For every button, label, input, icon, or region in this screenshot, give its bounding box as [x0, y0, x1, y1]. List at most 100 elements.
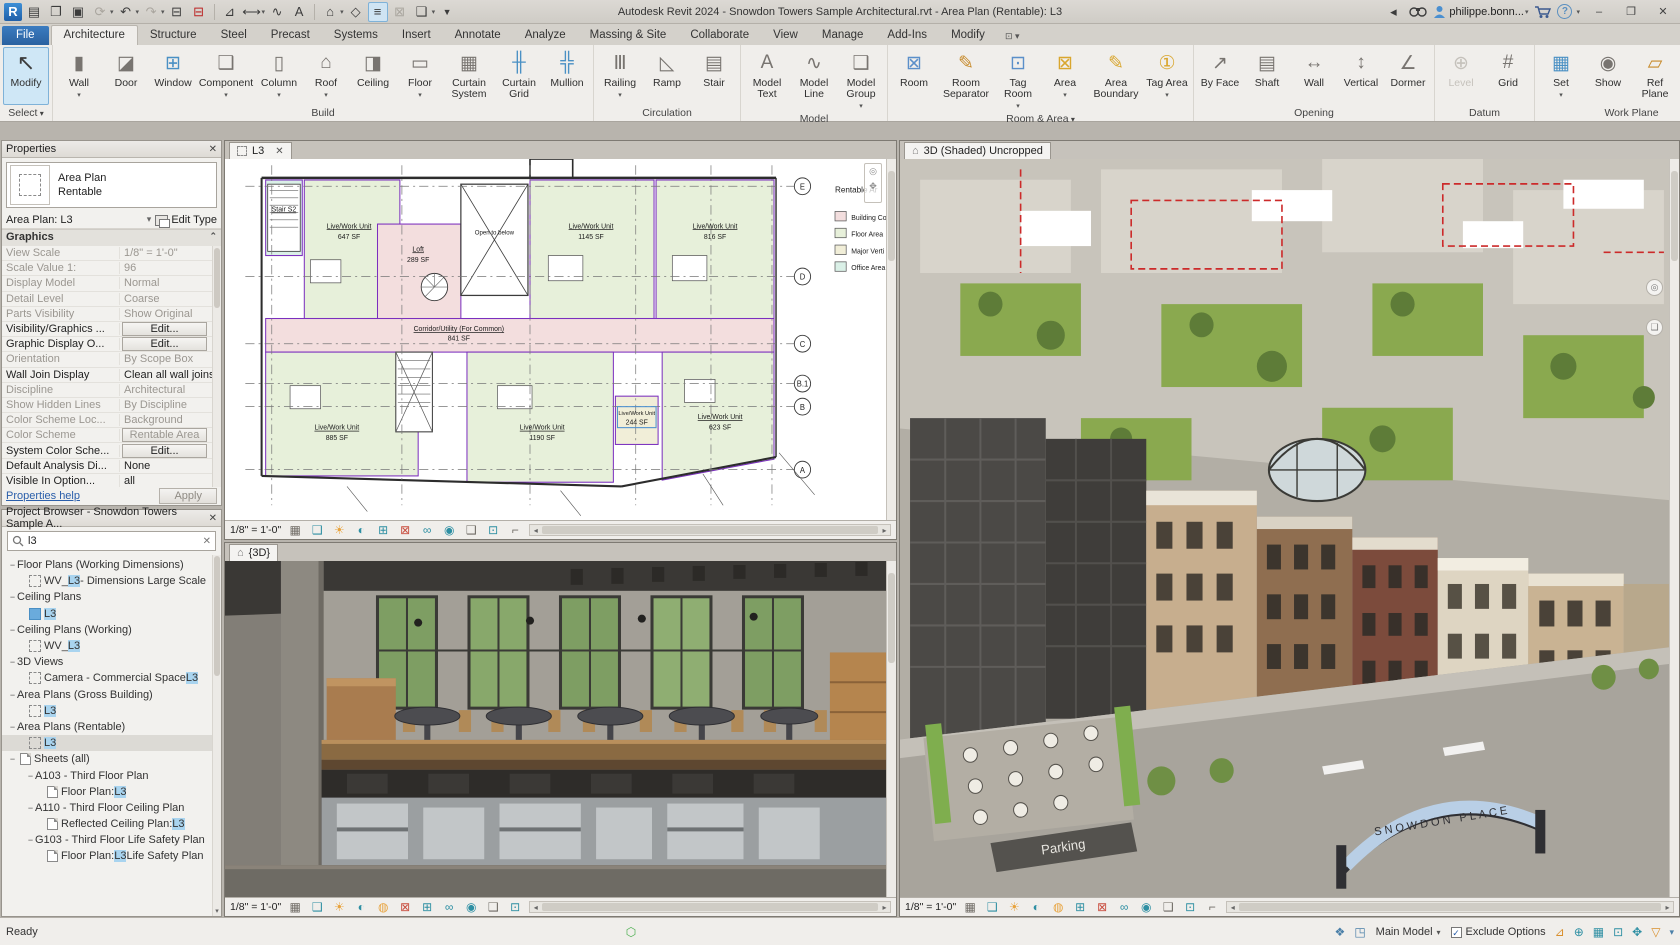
mullion-button[interactable]: ╬ Mullion: [544, 47, 590, 105]
search-binoculars-icon[interactable]: [1409, 5, 1428, 18]
tab-addins[interactable]: Add-Ins: [875, 26, 939, 45]
design-options-icon[interactable]: ◳: [1354, 925, 1365, 939]
edit-type-button[interactable]: Edit Type: [155, 214, 217, 228]
reveal-hidden-elements-icon[interactable]: ◉: [463, 900, 479, 914]
file-menu-icon[interactable]: ▤: [24, 2, 44, 22]
navbar-wheel-icon[interactable]: ◎: [869, 166, 877, 177]
properties-header[interactable]: Properties ✕: [2, 141, 221, 158]
minimize-button[interactable]: –: [1586, 3, 1612, 21]
area-button[interactable]: ⊠ Area: [1042, 47, 1088, 105]
redo-icon[interactable]: ↷: [141, 2, 161, 22]
apply-button[interactable]: Apply: [159, 488, 217, 504]
drag-on-selection-icon[interactable]: ✥: [1632, 925, 1642, 939]
temporary-hide-isolate-icon[interactable]: ∞: [441, 900, 457, 914]
temporary-view-properties-icon[interactable]: ❑: [1160, 900, 1176, 914]
property-row-wall-join[interactable]: Wall Join Display Clean all wall joins: [2, 368, 221, 383]
model-group-button[interactable]: ❑ Model Group: [838, 47, 884, 112]
render-icon[interactable]: ◍: [1050, 900, 1066, 914]
area-boundary-button[interactable]: ✎ Area Boundary: [1089, 47, 1143, 105]
tree-view-item[interactable]: WV_ L3 - Dimensions Large Scale: [2, 573, 221, 589]
selection-filter-icon[interactable]: ▽: [1651, 925, 1660, 939]
sun-path-icon[interactable]: ☀: [1006, 900, 1022, 914]
edit-button[interactable]: Edit...: [122, 443, 207, 458]
back-arrow-icon[interactable]: ◂: [1383, 2, 1403, 22]
crop-region-visibility-icon[interactable]: ⊠: [1094, 900, 1110, 914]
interior-vertical-scrollbar[interactable]: [886, 561, 896, 897]
cart-icon[interactable]: [1534, 5, 1552, 19]
interior-horizontal-scrollbar[interactable]: ◂ ▸: [529, 901, 891, 913]
roof-button[interactable]: ⌂ Roof: [303, 47, 349, 105]
search-input[interactable]: [28, 535, 199, 547]
reveal-constraints-icon[interactable]: ⌐: [1204, 900, 1220, 914]
temporary-hide-isolate-icon[interactable]: ∞: [419, 523, 435, 537]
tab-analyze[interactable]: Analyze: [513, 26, 578, 45]
plan-view-tab[interactable]: L3 ✕: [229, 142, 292, 159]
tab-systems[interactable]: Systems: [322, 26, 390, 45]
shaft-button[interactable]: ▤ Shaft: [1244, 47, 1290, 105]
properties-help-link[interactable]: Properties help: [6, 490, 80, 502]
dimension-caret-icon[interactable]: ▾: [262, 8, 266, 16]
graphics-section-header[interactable]: Graphics ⌃: [2, 230, 221, 246]
render-icon[interactable]: ◍: [375, 900, 391, 914]
property-row[interactable]: Display Model Normal: [2, 276, 221, 292]
close-button[interactable]: ✕: [1650, 3, 1676, 21]
save-icon[interactable]: ▣: [68, 2, 88, 22]
tree-view-item[interactable]: L3: [2, 703, 221, 719]
visual-style-icon[interactable]: ❑: [309, 900, 325, 914]
temporary-hide-isolate-icon[interactable]: ∞: [1116, 900, 1132, 914]
tab-file[interactable]: File: [2, 26, 49, 45]
select-pinned-icon[interactable]: ⊡: [1613, 925, 1623, 939]
tree-view-item[interactable]: Camera - Commercial Space L3: [2, 670, 221, 686]
worksharing-display-icon[interactable]: ⊡: [507, 900, 523, 914]
scale-control[interactable]: 1/8" = 1'-0": [905, 901, 956, 913]
tab-precast[interactable]: Precast: [259, 26, 322, 45]
select-links-icon[interactable]: ⊕: [1574, 925, 1584, 939]
tree-category[interactable]: −3D Views: [2, 654, 221, 670]
text-icon[interactable]: A: [289, 2, 309, 22]
sync-caret-icon[interactable]: ▾: [110, 8, 114, 16]
plan-horizontal-scrollbar[interactable]: ◂ ▸: [529, 524, 891, 536]
property-row-visible-in-option[interactable]: Visible In Option... all: [2, 474, 221, 487]
stair-button[interactable]: ▤ Stair: [691, 47, 737, 105]
tab-insert[interactable]: Insert: [390, 26, 443, 45]
tree-category[interactable]: − Ceiling Plans: [2, 589, 221, 605]
tree-view-item[interactable]: WV_ L3: [2, 638, 221, 654]
worksharing-display-icon[interactable]: ⊡: [1182, 900, 1198, 914]
tree-category[interactable]: − Area Plans (Rentable): [2, 719, 221, 735]
temporary-view-properties-icon[interactable]: ❑: [463, 523, 479, 537]
city-horizontal-scrollbar[interactable]: ◂ ▸: [1226, 901, 1674, 913]
tab-view[interactable]: View: [761, 26, 810, 45]
crop-view-icon[interactable]: ⊞: [375, 523, 391, 537]
detail-level-icon[interactable]: ▦: [287, 900, 303, 914]
tree-category[interactable]: − Ceiling Plans (Working): [2, 622, 221, 638]
tree-view-item-selected[interactable]: L3: [2, 735, 221, 752]
show-button[interactable]: ◉ Show: [1585, 47, 1631, 105]
restore-button[interactable]: ❐: [1618, 3, 1644, 21]
project-browser-header[interactable]: Project Browser - Snowdon Towers Sample …: [2, 506, 221, 530]
detail-level-icon[interactable]: ▦: [287, 523, 303, 537]
redo-caret-icon[interactable]: ▾: [161, 8, 165, 16]
tag-room-button[interactable]: ⊡ Tag Room: [995, 47, 1041, 112]
tab-structure[interactable]: Structure: [138, 26, 209, 45]
temporary-view-properties-icon[interactable]: ❑: [485, 900, 501, 914]
switch-windows-caret-icon[interactable]: ▾: [432, 8, 436, 16]
viewcube-button[interactable]: ❑: [1646, 319, 1663, 336]
wall-opening-button[interactable]: ↔ Wall: [1291, 47, 1337, 105]
tree-view-item[interactable]: L3: [2, 606, 221, 622]
design-options-dropdown[interactable]: Main Model ▾: [1375, 925, 1442, 939]
properties-close-icon[interactable]: ✕: [209, 144, 217, 155]
browser-scrollbar[interactable]: ▾: [212, 555, 221, 916]
ceiling-button[interactable]: ◨ Ceiling: [350, 47, 396, 105]
status-scroll-caret-icon[interactable]: ▾: [1669, 927, 1674, 938]
modify-button[interactable]: ↖ Modify: [3, 47, 49, 105]
model-sync-status-icon[interactable]: ⬡: [626, 925, 636, 939]
element-selector-dropdown[interactable]: Area Plan: L3 ▾: [6, 214, 151, 226]
tab-collaborate[interactable]: Collaborate: [678, 26, 761, 45]
ref-plane-button[interactable]: ▱ Ref Plane: [1632, 47, 1678, 105]
section-icon[interactable]: ◇: [346, 2, 366, 22]
interior-view-canvas[interactable]: [225, 561, 896, 897]
crop-region-visibility-icon[interactable]: ⊠: [397, 900, 413, 914]
close-hidden-windows-icon[interactable]: ⊠: [390, 2, 410, 22]
revit-logo-icon[interactable]: R: [4, 2, 22, 21]
activate-dimensions-icon[interactable]: ⊿: [1555, 925, 1565, 939]
